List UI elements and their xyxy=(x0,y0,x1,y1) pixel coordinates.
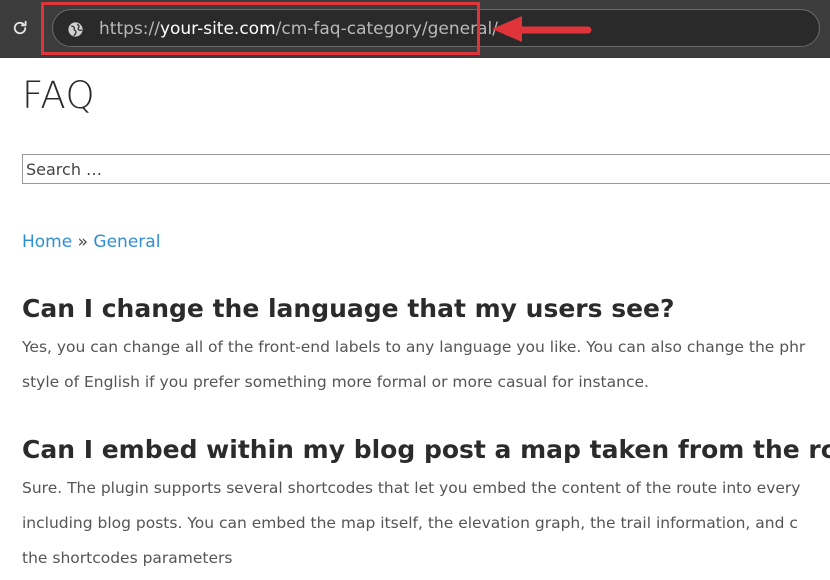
address-bar[interactable]: https://your-site.com/cm-faq-category/ge… xyxy=(52,9,820,47)
breadcrumb-current-link[interactable]: General xyxy=(93,232,160,252)
breadcrumb-separator: » xyxy=(77,232,89,252)
faq-answer: Yes, you can change all of the front-end… xyxy=(22,330,830,400)
breadcrumb-home-link[interactable]: Home xyxy=(22,232,72,252)
faq-answer-line: Sure. The plugin supports several shortc… xyxy=(22,479,801,497)
faq-answer-line: style of English if you prefer something… xyxy=(22,373,649,391)
search-input[interactable] xyxy=(22,154,830,184)
faq-answer-line: Yes, you can change all of the front-end… xyxy=(22,338,806,356)
annotation-arrow-icon xyxy=(492,16,592,42)
globe-icon[interactable] xyxy=(65,19,85,39)
url-host: your-site.com xyxy=(159,19,276,39)
faq-answer: Sure. The plugin supports several shortc… xyxy=(22,471,830,576)
url-path: /cm-faq-category/general/ xyxy=(275,19,498,39)
url-scheme: https:// xyxy=(99,19,160,39)
url-text[interactable]: https://your-site.com/cm-faq-category/ge… xyxy=(99,19,498,39)
breadcrumb: Home » General xyxy=(22,230,160,254)
faq-answer-line: the shortcodes parameters xyxy=(22,549,233,567)
page-viewport: FAQ Home » General Can I change the lang… xyxy=(0,58,830,580)
faq-question[interactable]: Can I change the language that my users … xyxy=(22,293,675,325)
faq-answer-line: including blog posts. You can embed the … xyxy=(22,514,798,532)
faq-question[interactable]: Can I embed within my blog post a map ta… xyxy=(22,434,830,466)
reload-icon[interactable] xyxy=(9,17,31,39)
page-title: FAQ xyxy=(22,74,96,117)
browser-toolbar: https://your-site.com/cm-faq-category/ge… xyxy=(0,0,830,58)
